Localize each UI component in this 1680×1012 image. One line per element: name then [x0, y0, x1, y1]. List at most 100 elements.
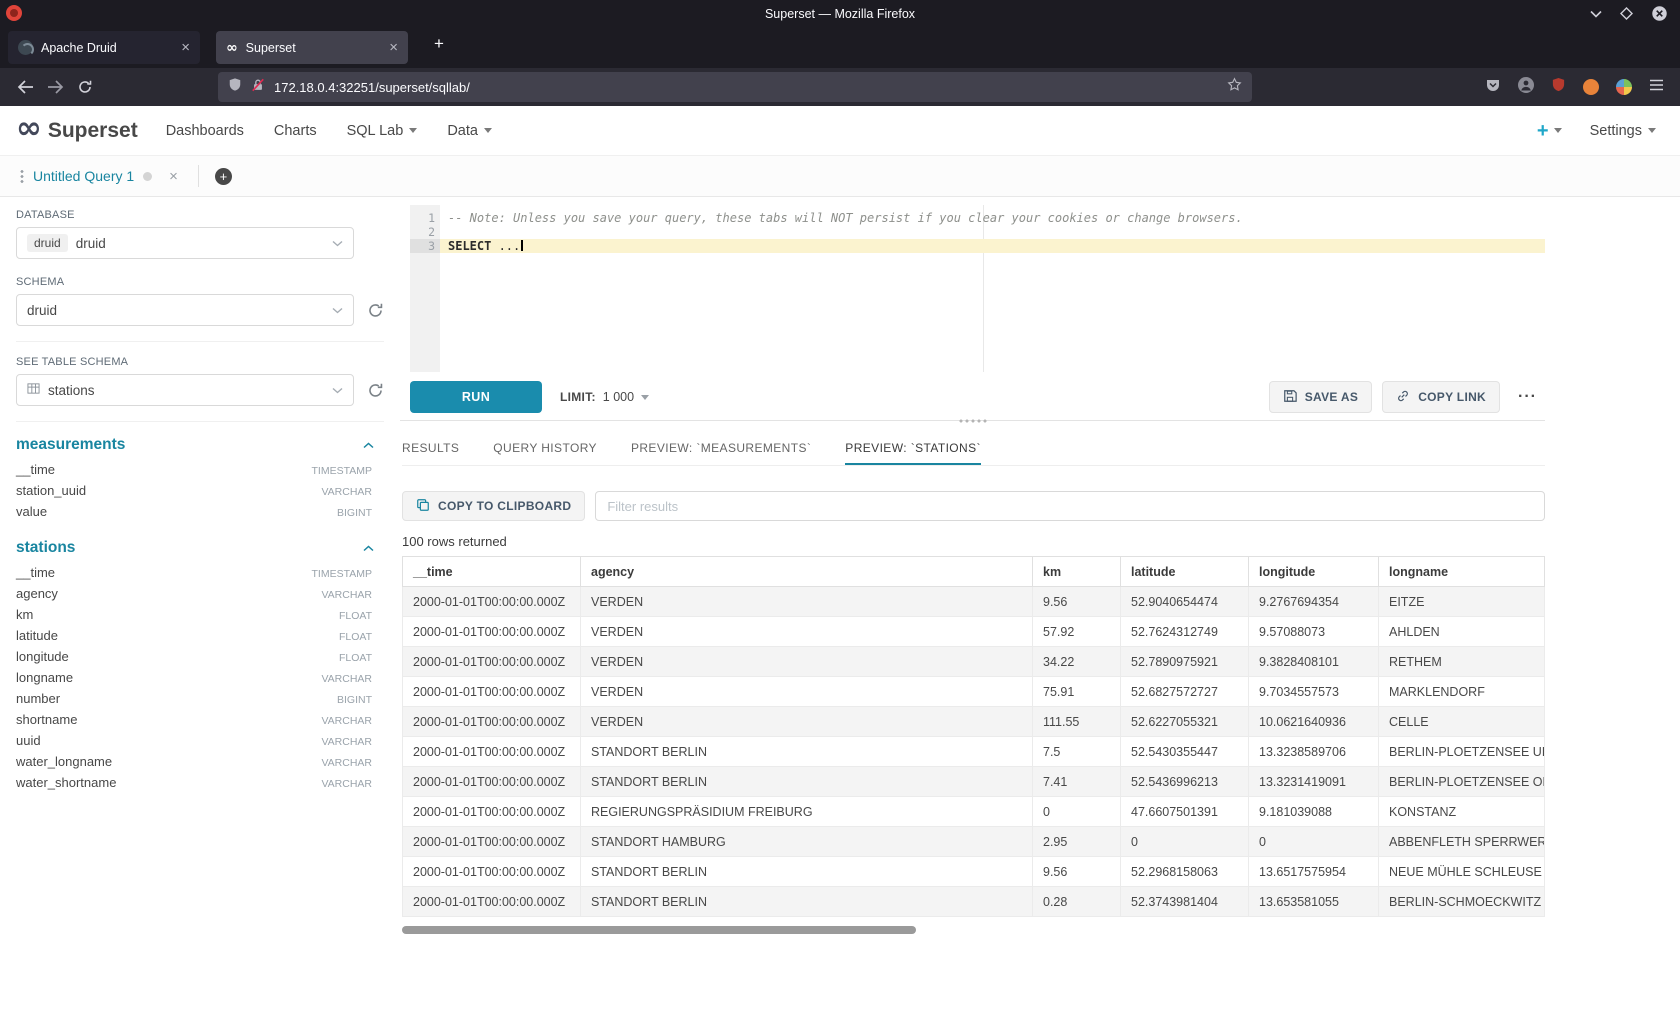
table-section-header[interactable]: stations	[16, 539, 384, 557]
reload-button[interactable]	[70, 73, 100, 101]
ublock-icon[interactable]	[1551, 77, 1566, 97]
tab-close-icon[interactable]: ×	[389, 40, 398, 55]
superset-logo[interactable]: ∞ Superset	[16, 118, 138, 144]
column-header[interactable]: longitude	[1249, 557, 1379, 587]
splitter-handle-icon[interactable]	[958, 419, 988, 423]
results-tab-4[interactable]: PREVIEW: `STATIONS`	[845, 432, 981, 465]
refresh-tables-icon[interactable]	[358, 382, 384, 399]
column-row: numberBIGINT	[16, 691, 384, 712]
sql-comment-line: -- Note: Unless you save your query, the…	[448, 211, 1243, 225]
column-type: VARCHAR	[321, 736, 384, 748]
copy-to-clipboard-button[interactable]: COPY TO CLIPBOARD	[402, 491, 585, 521]
table-cell: 52.5430355447	[1121, 737, 1249, 767]
table-name-link[interactable]: stations	[16, 539, 75, 557]
query-tab[interactable]: Untitled Query 1 ×	[16, 156, 182, 196]
more-options-button[interactable]: ···	[1510, 388, 1545, 406]
column-type: BIGINT	[337, 694, 384, 706]
chevron-up-icon[interactable]	[363, 442, 384, 449]
link-icon	[1396, 389, 1410, 406]
column-header[interactable]: agency	[581, 557, 1033, 587]
query-tab-title[interactable]: Untitled Query 1	[33, 168, 134, 184]
text-cursor	[521, 240, 523, 251]
forward-button[interactable]	[40, 73, 70, 101]
shield-icon[interactable]	[228, 77, 242, 97]
results-tab-1[interactable]: RESULTS	[402, 432, 459, 465]
account-icon[interactable]	[1518, 77, 1534, 98]
url-bar[interactable]: 172.18.0.4:32251/superset/sqllab/	[218, 72, 1252, 102]
settings-menu-button[interactable]: Settings	[1590, 123, 1656, 139]
column-header[interactable]: __time	[403, 557, 581, 587]
column-name: water_shortname	[16, 775, 116, 790]
bookmark-star-icon[interactable]	[1227, 77, 1242, 97]
sql-editor[interactable]: 1 2 3 -- Note: Unless you save your quer…	[410, 205, 1545, 372]
back-button[interactable]	[10, 73, 40, 101]
table-cell: 2000-01-01T00:00:00.000Z	[403, 707, 581, 737]
divider	[16, 421, 384, 422]
refresh-schemas-icon[interactable]	[358, 302, 384, 319]
scrollbar-thumb[interactable]	[402, 926, 916, 934]
extension-pinwheel-icon[interactable]	[1616, 79, 1632, 95]
database-label: DATABASE	[16, 209, 384, 221]
add-query-tab-button[interactable]: +	[215, 168, 232, 185]
schema-select[interactable]: druid	[16, 294, 354, 326]
pocket-icon[interactable]	[1485, 77, 1501, 98]
column-header[interactable]: km	[1033, 557, 1121, 587]
tab-close-icon[interactable]: ×	[181, 40, 190, 55]
editor-gutter: 1 2 3	[410, 205, 440, 372]
superset-logo-icon: ∞	[16, 113, 42, 144]
table-section-header[interactable]: measurements	[16, 436, 384, 454]
window-controls	[1590, 0, 1668, 27]
results-tab-3[interactable]: PREVIEW: `MEASUREMENTS`	[631, 432, 811, 465]
filter-results-input[interactable]	[595, 491, 1545, 521]
table-name-link[interactable]: measurements	[16, 436, 125, 454]
window-minimize-icon[interactable]	[1590, 10, 1602, 18]
table-row: 2000-01-01T00:00:00.000ZSTANDORT BERLIN9…	[403, 857, 1545, 887]
table-cell: VERDEN	[581, 677, 1033, 707]
chevron-up-icon[interactable]	[363, 545, 384, 552]
table-cell: EITZE	[1379, 587, 1545, 617]
drag-handle-icon[interactable]	[20, 169, 24, 184]
window-close-icon[interactable]	[1651, 5, 1668, 22]
table-cell: 52.6827572727	[1121, 677, 1249, 707]
table-cell: 9.181039088	[1249, 797, 1379, 827]
column-header[interactable]: latitude	[1121, 557, 1249, 587]
run-button[interactable]: RUN	[410, 381, 542, 413]
lock-insecure-icon[interactable]	[251, 78, 265, 97]
table-row: 2000-01-01T00:00:00.000ZVERDEN57.9252.76…	[403, 617, 1545, 647]
nav-sql-lab[interactable]: SQL Lab	[347, 123, 418, 139]
query-tab-close-icon[interactable]: ×	[169, 168, 178, 185]
table-cell: 52.3743981404	[1121, 887, 1249, 917]
superset-header: ∞ Superset Dashboards Charts SQL Lab Dat…	[0, 106, 1680, 156]
caret-down-icon	[1648, 128, 1656, 133]
table-select[interactable]: stations	[16, 374, 354, 406]
results-tab-2[interactable]: QUERY HISTORY	[493, 432, 597, 465]
column-header[interactable]: longname	[1379, 557, 1545, 587]
menu-icon[interactable]	[1649, 78, 1664, 96]
browser-tab-superset[interactable]: ∞ Superset ×	[216, 31, 408, 64]
new-item-menu-button[interactable]: +	[1537, 121, 1562, 141]
horizontal-scrollbar[interactable]	[402, 926, 1545, 934]
save-as-button[interactable]: SAVE AS	[1269, 381, 1372, 413]
table-cell: 0	[1121, 827, 1249, 857]
column-row: longitudeFLOAT	[16, 649, 384, 670]
superset-favicon-icon: ∞	[226, 41, 238, 55]
new-tab-button[interactable]: +	[424, 32, 454, 60]
column-type: VARCHAR	[321, 589, 384, 601]
divider	[16, 341, 384, 342]
column-name: longitude	[16, 649, 69, 664]
window-maximize-icon[interactable]	[1620, 7, 1633, 20]
browser-tab-druid[interactable]: Apache Druid ×	[8, 31, 200, 64]
database-select[interactable]: druid druid	[16, 227, 354, 259]
pane-splitter[interactable]	[400, 420, 1545, 430]
table-cell: 9.3828408101	[1249, 647, 1379, 677]
main-nav: Dashboards Charts SQL Lab Data	[166, 123, 492, 139]
nav-data[interactable]: Data	[447, 123, 492, 139]
table-row: 2000-01-01T00:00:00.000ZSTANDORT BERLIN7…	[403, 737, 1545, 767]
nav-charts[interactable]: Charts	[274, 123, 317, 139]
copy-link-button[interactable]: COPY LINK	[1382, 381, 1500, 413]
plus-icon: +	[1537, 121, 1549, 141]
nav-dashboards[interactable]: Dashboards	[166, 123, 244, 139]
editor-lines: -- Note: Unless you save your query, the…	[440, 205, 1545, 253]
extension-icon[interactable]	[1583, 79, 1599, 95]
limit-dropdown[interactable]: LIMIT: 1 000	[560, 390, 649, 404]
